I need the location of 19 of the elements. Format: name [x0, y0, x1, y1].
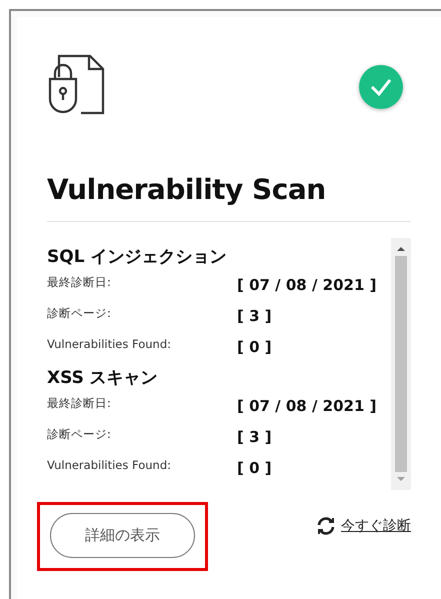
field-label: 診断ページ:: [47, 304, 112, 322]
field-label: Vulnerabilities Found:: [47, 456, 172, 474]
section-heading: SQL インジェクション: [47, 246, 228, 268]
locked-file-icon: [47, 53, 105, 115]
field-value: [ 3 ]: [237, 426, 272, 448]
field-value: [ 0 ]: [237, 458, 272, 479]
card-title: Vulnerability Scan: [47, 173, 327, 207]
field-value: [ 07 / 08 / 2021 ]: [237, 274, 376, 296]
scrollbar[interactable]: [391, 238, 411, 490]
details-button[interactable]: 詳細の表示: [50, 512, 195, 558]
section-heading: XSS スキャン: [47, 366, 159, 389]
field-value: [ 0 ]: [237, 336, 272, 358]
field-label: 最終診断日:: [47, 274, 112, 291]
field-label: 最終診断日:: [47, 394, 112, 412]
field-label: Vulnerabilities Found:: [47, 336, 172, 353]
refresh-icon: [315, 516, 337, 536]
field-value: [ 3 ]: [237, 306, 272, 327]
field-value: [ 07 / 08 / 2021 ]: [237, 396, 376, 417]
field-label: 診断ページ:: [47, 426, 112, 443]
